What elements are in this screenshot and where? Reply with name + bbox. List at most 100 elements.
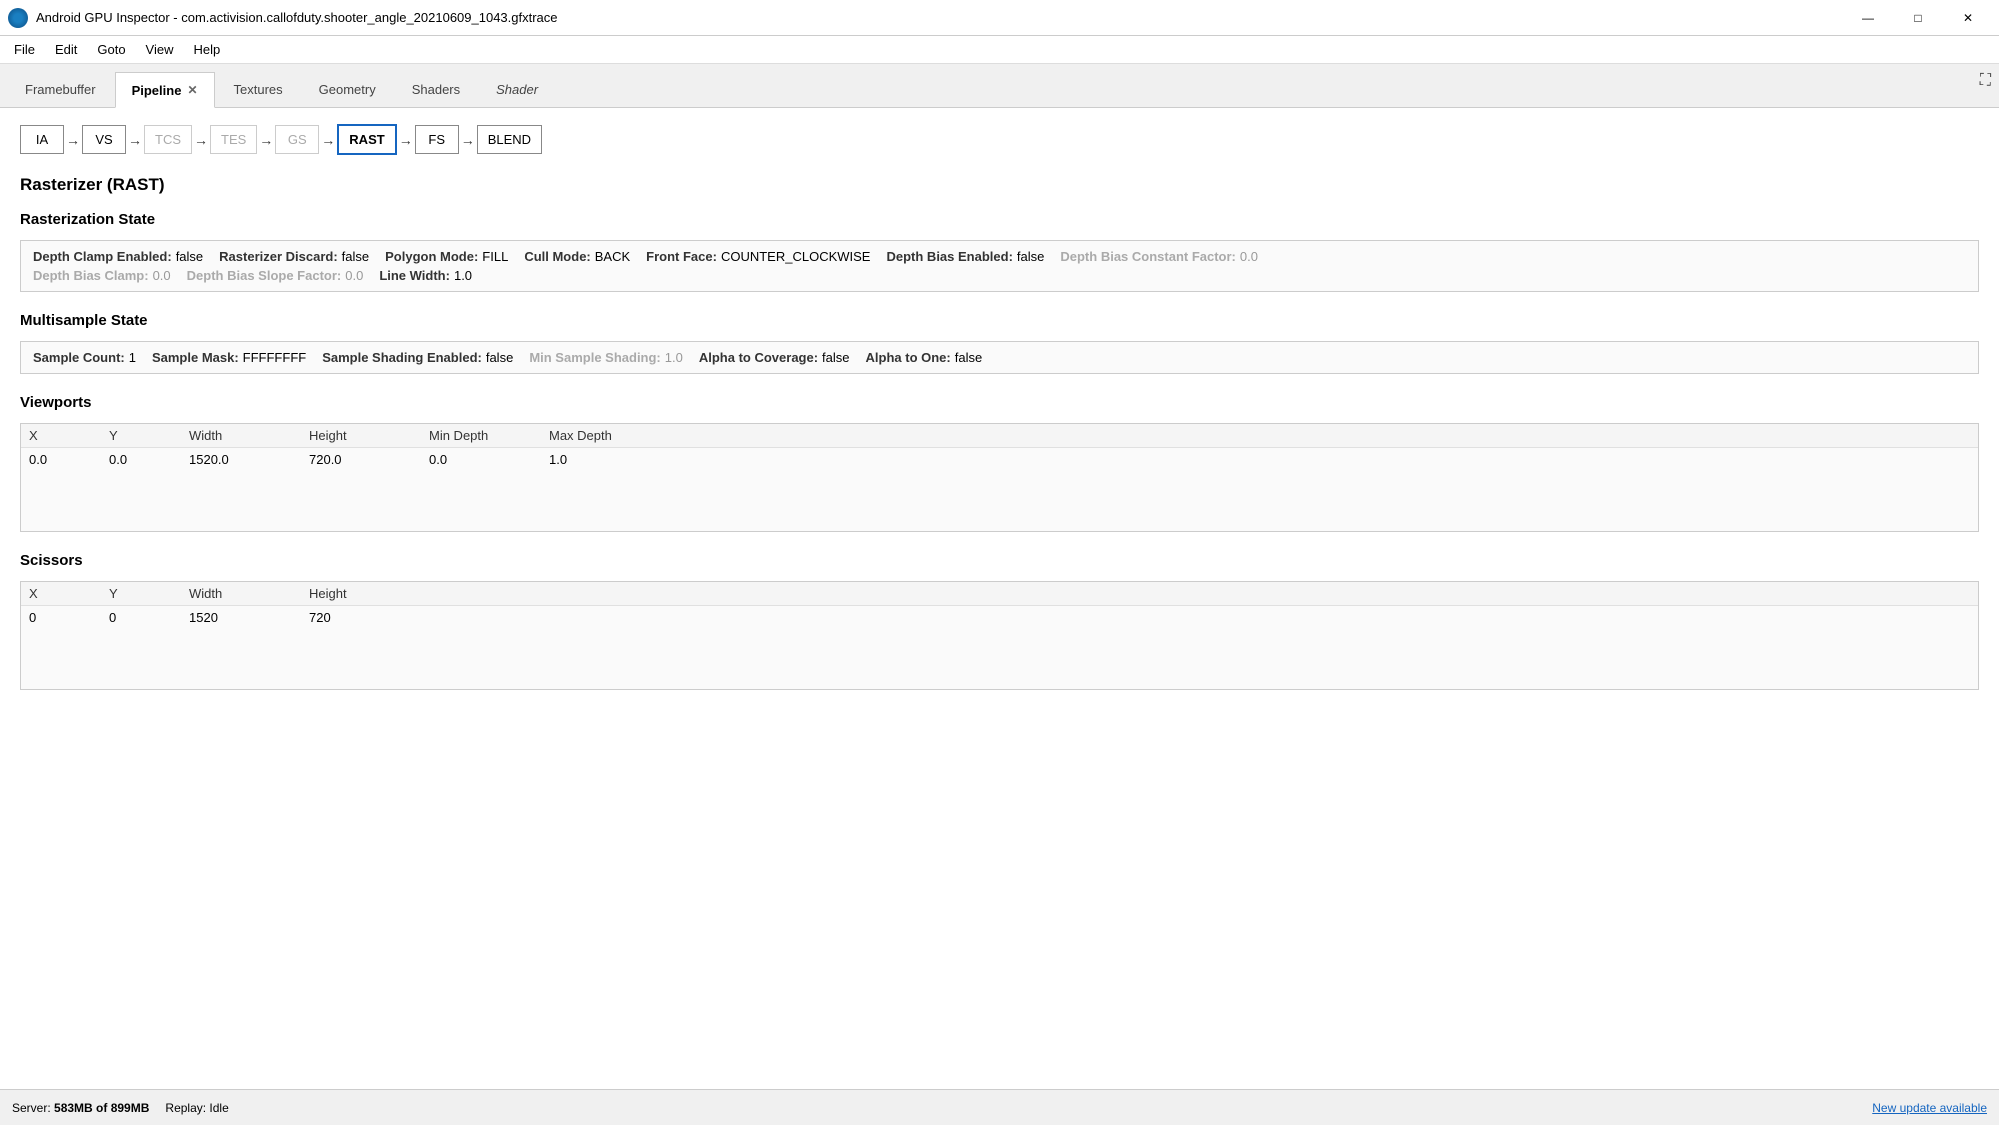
sample-count: Sample Count: 1 bbox=[33, 350, 136, 365]
status-bar: Server: 583MB of 899MB Replay: Idle New … bbox=[0, 1089, 1999, 1125]
scissors-x: 0 bbox=[29, 610, 109, 625]
arrow-7: → bbox=[459, 132, 477, 148]
viewport-col-x: X bbox=[29, 428, 109, 443]
page-title: Rasterizer (RAST) bbox=[20, 175, 1979, 195]
depth-bias-clamp: Depth Bias Clamp: 0.0 bbox=[33, 268, 171, 283]
stage-ia[interactable]: IA bbox=[20, 125, 64, 154]
tab-pipeline[interactable]: Pipeline ✕ bbox=[115, 72, 215, 108]
title-bar: Android GPU Inspector - com.activision.c… bbox=[0, 0, 1999, 36]
status-server-label: Server: 583MB of 899MB bbox=[12, 1101, 149, 1115]
scissors-col-y: Y bbox=[109, 586, 189, 601]
viewport-x: 0.0 bbox=[29, 452, 109, 467]
arrow-6: → bbox=[397, 132, 415, 148]
menu-goto[interactable]: Goto bbox=[87, 38, 135, 61]
main-content: IA → VS → TCS → TES → GS → RAST → FS → B… bbox=[0, 108, 1999, 1089]
viewport-width: 1520.0 bbox=[189, 452, 309, 467]
tab-shader[interactable]: Shader bbox=[479, 71, 555, 107]
viewport-col-max-depth: Max Depth bbox=[549, 428, 669, 443]
polygon-mode: Polygon Mode: FILL bbox=[385, 249, 508, 264]
viewport-col-width: Width bbox=[189, 428, 309, 443]
arrow-1: → bbox=[64, 132, 82, 148]
tab-close-pipeline[interactable]: ✕ bbox=[187, 83, 197, 97]
stage-tes[interactable]: TES bbox=[210, 125, 257, 154]
scissors-header: X Y Width Height bbox=[21, 582, 1978, 606]
menu-edit[interactable]: Edit bbox=[45, 38, 87, 61]
viewport-col-min-depth: Min Depth bbox=[429, 428, 549, 443]
scissors-title: Scissors bbox=[20, 552, 1979, 569]
front-face: Front Face: COUNTER_CLOCKWISE bbox=[646, 249, 870, 264]
viewport-y: 0.0 bbox=[109, 452, 189, 467]
title-bar-left: Android GPU Inspector - com.activision.c… bbox=[8, 8, 558, 28]
stage-blend[interactable]: BLEND bbox=[477, 125, 542, 154]
viewport-col-y: Y bbox=[109, 428, 189, 443]
sample-shading-enabled: Sample Shading Enabled: false bbox=[322, 350, 513, 365]
viewports-table: X Y Width Height Min Depth Max Depth 0.0… bbox=[20, 423, 1979, 532]
tab-textures[interactable]: Textures bbox=[217, 71, 300, 107]
pipeline-stages: IA → VS → TCS → TES → GS → RAST → FS → B… bbox=[20, 124, 1979, 155]
status-left: Server: 583MB of 899MB Replay: Idle bbox=[12, 1101, 229, 1115]
scissors-col-height: Height bbox=[309, 586, 429, 601]
update-link[interactable]: New update available bbox=[1872, 1101, 1987, 1115]
viewport-row-0: 0.0 0.0 1520.0 720.0 0.0 1.0 bbox=[21, 448, 1978, 471]
rasterization-section-title: Rasterization State bbox=[20, 211, 1979, 228]
viewports-header: X Y Width Height Min Depth Max Depth bbox=[21, 424, 1978, 448]
rasterization-row-1: Depth Clamp Enabled: false Rasterizer Di… bbox=[33, 249, 1966, 264]
depth-bias-slope-factor: Depth Bias Slope Factor: 0.0 bbox=[187, 268, 364, 283]
viewports-title: Viewports bbox=[20, 394, 1979, 411]
stage-gs[interactable]: GS bbox=[275, 125, 319, 154]
stage-fs[interactable]: FS bbox=[415, 125, 459, 154]
depth-clamp-enabled: Depth Clamp Enabled: false bbox=[33, 249, 203, 264]
scissors-col-width: Width bbox=[189, 586, 309, 601]
stage-rast[interactable]: RAST bbox=[337, 124, 396, 155]
server-label: Server: bbox=[12, 1101, 51, 1115]
window-title: Android GPU Inspector - com.activision.c… bbox=[36, 10, 558, 25]
depth-bias-enabled: Depth Bias Enabled: false bbox=[886, 249, 1044, 264]
rasterizer-discard: Rasterizer Discard: false bbox=[219, 249, 369, 264]
scissors-section: Scissors X Y Width Height 0 0 1520 720 bbox=[20, 552, 1979, 690]
tab-bar: Framebuffer Pipeline ✕ Textures Geometry… bbox=[0, 64, 1999, 108]
multisample-row: Sample Count: 1 Sample Mask: FFFFFFFF Sa… bbox=[33, 350, 1966, 365]
viewport-min-depth: 0.0 bbox=[429, 452, 549, 467]
close-button[interactable]: ✕ bbox=[1945, 3, 1991, 33]
status-replay: Replay: Idle bbox=[165, 1101, 228, 1115]
tab-geometry[interactable]: Geometry bbox=[302, 71, 393, 107]
app-icon bbox=[8, 8, 28, 28]
menu-bar: File Edit Goto View Help bbox=[0, 36, 1999, 64]
depth-bias-constant-factor: Depth Bias Constant Factor: 0.0 bbox=[1060, 249, 1258, 264]
alpha-to-one: Alpha to One: false bbox=[866, 350, 983, 365]
tab-maximize-icon[interactable]: ⛶ bbox=[1980, 72, 1991, 90]
alpha-to-coverage: Alpha to Coverage: false bbox=[699, 350, 850, 365]
min-sample-shading: Min Sample Shading: 1.0 bbox=[529, 350, 683, 365]
viewport-height: 720.0 bbox=[309, 452, 429, 467]
line-width: Line Width: 1.0 bbox=[379, 268, 472, 283]
scissors-col-x: X bbox=[29, 586, 109, 601]
tab-framebuffer[interactable]: Framebuffer bbox=[8, 71, 113, 107]
scissors-height: 720 bbox=[309, 610, 429, 625]
multisample-state-table: Sample Count: 1 Sample Mask: FFFFFFFF Sa… bbox=[20, 341, 1979, 374]
menu-help[interactable]: Help bbox=[184, 38, 231, 61]
server-memory: 583MB of 899MB bbox=[54, 1101, 149, 1115]
tab-shaders[interactable]: Shaders bbox=[395, 71, 477, 107]
scissors-table: X Y Width Height 0 0 1520 720 bbox=[20, 581, 1979, 690]
cull-mode: Cull Mode: BACK bbox=[524, 249, 630, 264]
rasterization-state-table: Depth Clamp Enabled: false Rasterizer Di… bbox=[20, 240, 1979, 292]
scissors-y: 0 bbox=[109, 610, 189, 625]
rasterization-row-2: Depth Bias Clamp: 0.0 Depth Bias Slope F… bbox=[33, 268, 1966, 283]
stage-vs[interactable]: VS bbox=[82, 125, 126, 154]
scissors-row-0: 0 0 1520 720 bbox=[21, 606, 1978, 629]
arrow-5: → bbox=[319, 132, 337, 148]
arrow-4: → bbox=[257, 132, 275, 148]
scissors-width: 1520 bbox=[189, 610, 309, 625]
arrow-2: → bbox=[126, 132, 144, 148]
stage-tcs[interactable]: TCS bbox=[144, 125, 192, 154]
viewports-section: Viewports X Y Width Height Min Depth Max… bbox=[20, 394, 1979, 532]
minimize-button[interactable]: — bbox=[1845, 3, 1891, 33]
viewport-col-height: Height bbox=[309, 428, 429, 443]
window-controls: — □ ✕ bbox=[1845, 3, 1991, 33]
maximize-button[interactable]: □ bbox=[1895, 3, 1941, 33]
sample-mask: Sample Mask: FFFFFFFF bbox=[152, 350, 306, 365]
menu-file[interactable]: File bbox=[4, 38, 45, 61]
viewport-max-depth: 1.0 bbox=[549, 452, 669, 467]
multisample-section-title: Multisample State bbox=[20, 312, 1979, 329]
menu-view[interactable]: View bbox=[136, 38, 184, 61]
